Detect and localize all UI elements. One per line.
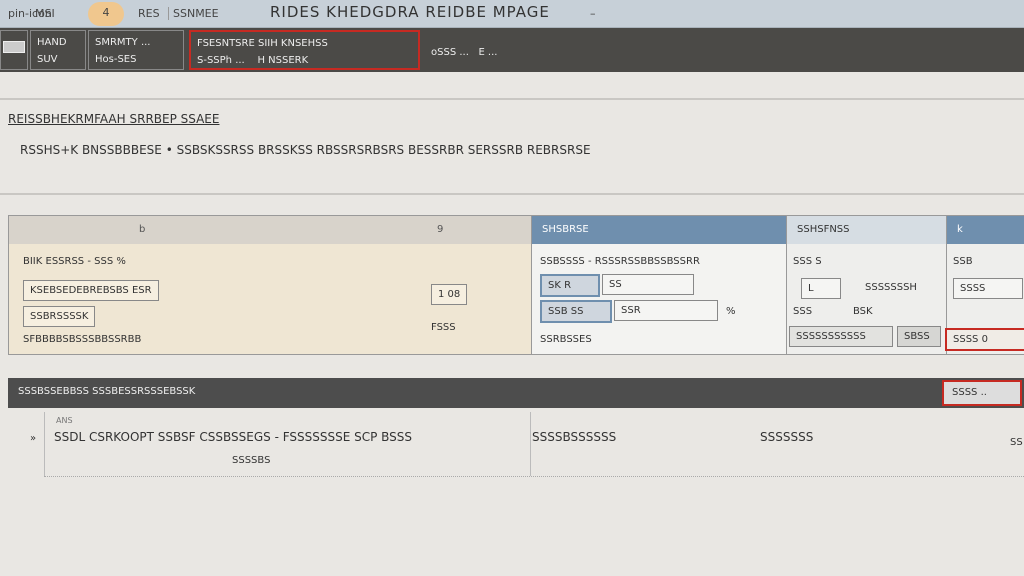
- window-title: RIDES KHEDGDRA REIDBE MPAGE: [270, 3, 550, 21]
- left-field[interactable]: SSBRSSSSK: [23, 306, 96, 327]
- toolbar: HAND SUV SMRMTY ... Hos-SES FSESNTSRE SIIH…: [0, 28, 1024, 72]
- intro-text: RSSHS+K BNSSBBBESE • SSBSKSSRSS BRSSKSS …: [20, 143, 591, 157]
- section-bar: SSSBSSEBBSS SSSBESSRSSSEBSSK SSSS ..: [8, 378, 1024, 408]
- file-label: SSNMEE: [168, 7, 219, 20]
- toolbar-item[interactable]: H NSSERK: [257, 55, 308, 66]
- highlighted-button[interactable]: SSSS 0: [945, 328, 1024, 351]
- left-section: b9 BIIK ESSRSS - SSS % KSEBSEDEBREBSBS E…: [9, 216, 531, 354]
- toolbar-group-hand[interactable]: HAND SUV: [30, 30, 86, 70]
- mid-row: SSBSSSS - RSSSRSSBBSSBSSRR: [540, 256, 700, 267]
- right-field[interactable]: L: [801, 278, 841, 299]
- divider: [0, 193, 1024, 195]
- far-right-field[interactable]: SSSS: [953, 278, 1023, 299]
- title-bar: pin-icon . MSI 4 RES SSNMEE RIDES KHEDGD…: [0, 0, 1024, 28]
- list-item-sub: SSSSBS: [232, 455, 271, 466]
- field-input[interactable]: SS: [602, 274, 694, 295]
- toolbar-item[interactable]: S-SSPh ...: [197, 55, 245, 66]
- menu-icon[interactable]: [0, 30, 28, 70]
- left-row: BIIK ESSRSS - SSS %: [23, 256, 126, 267]
- settings-panel: b9 BIIK ESSRSS - SSS % KSEBSEDEBREBSBS E…: [8, 215, 1024, 355]
- list-cell: SSSSSSS: [760, 430, 814, 444]
- left-field[interactable]: KSEBSEDEBREBSBS ESR: [23, 280, 159, 301]
- right-button[interactable]: SSSSSSSSSSS: [789, 326, 893, 347]
- far-right-row: SSB: [953, 256, 973, 267]
- section-bar-label: SSSBSSEBBSS SSSBESSRSSSEBSSK: [18, 386, 196, 397]
- minimize-button[interactable]: –: [590, 7, 596, 20]
- right-section: SSHSFNSS SSS S L SSSSSSSH SSS BSK SSSSSS…: [786, 216, 946, 354]
- far-right-header: k: [947, 216, 1024, 244]
- right-row: BSK: [853, 306, 873, 317]
- list-cell: SS: [1010, 437, 1023, 448]
- unit: %: [726, 306, 736, 317]
- list-caption: ANS: [56, 416, 73, 425]
- value-field[interactable]: 1 08: [431, 284, 468, 305]
- mid-section: SHSBRSE SSBSSSS - RSSSRSSBBSSBSSRR SK R …: [531, 216, 786, 354]
- note: FSSS: [431, 322, 456, 333]
- toolbar-group-2[interactable]: SMRMTY ... Hos-SES: [88, 30, 184, 70]
- right-row: SSS S: [793, 256, 822, 267]
- list-bullet: »: [30, 433, 37, 444]
- title-badge[interactable]: 4: [88, 2, 124, 26]
- toolbar-group-highlighted[interactable]: FSESNTSRE SIIH KNSEHSS S-SSPh ... H NSSER…: [189, 30, 420, 70]
- field-label: SK R: [540, 274, 600, 297]
- field-label: SSB SS: [540, 300, 612, 323]
- title-menu-1[interactable]: MSI: [35, 7, 55, 20]
- mid-header: SHSBRSE: [532, 216, 786, 244]
- mid-footer: SSRBSSES: [540, 334, 592, 345]
- title-menu-2[interactable]: RES: [138, 7, 160, 20]
- right-row: SSS: [793, 306, 813, 317]
- right-button[interactable]: SBSS: [897, 326, 941, 347]
- list-item[interactable]: SSDL CSRKOOPT SSBSF CSSBSSEGS - FSSSSSSS…: [54, 430, 412, 444]
- section-bar-button[interactable]: SSSS ..: [942, 380, 1022, 406]
- divider: [0, 98, 1024, 100]
- right-header: SSHSFNSS: [787, 216, 946, 244]
- right-note: SSSSSSSH: [865, 282, 917, 293]
- left-row: SFBBBBSBSSSBBSSRBB: [23, 334, 142, 345]
- intro-heading: REISSBHEKRMFAAH SRRBEP SSAEE: [8, 112, 220, 126]
- far-right-section: k SSB SSSS SSSS 0: [945, 216, 1024, 354]
- toolbar-group-4[interactable]: oSSS ... E ...: [425, 30, 605, 70]
- list-cell: SSSSBSSSSSS: [532, 430, 617, 444]
- field-input[interactable]: SSR: [614, 300, 718, 321]
